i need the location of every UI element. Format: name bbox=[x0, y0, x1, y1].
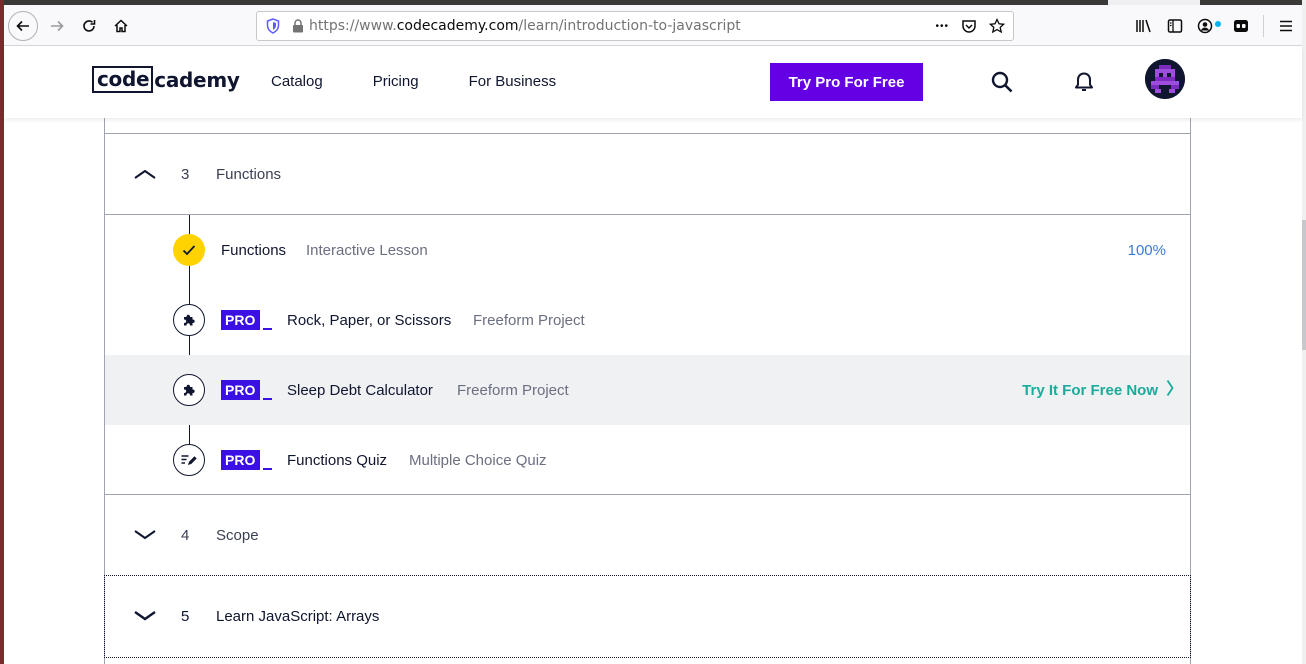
puzzle-icon bbox=[173, 304, 205, 336]
lesson-progress: 100% bbox=[1127, 241, 1166, 259]
pro-cursor bbox=[263, 468, 273, 470]
home-icon bbox=[113, 18, 129, 34]
lesson-type: Freeform Project bbox=[473, 311, 585, 329]
search-icon[interactable] bbox=[990, 70, 1014, 94]
url-path: /learn/introduction-to-javascript bbox=[518, 18, 741, 34]
chevron-up-icon bbox=[133, 167, 157, 181]
puzzle-icon bbox=[173, 374, 205, 406]
pro-label: PRO bbox=[221, 450, 261, 470]
page-scrollbar[interactable] bbox=[1302, 220, 1306, 350]
module-number: 3 bbox=[181, 165, 190, 183]
arrow-right-icon bbox=[49, 18, 65, 34]
logo-boxed-text: code bbox=[92, 66, 154, 93]
toolbar-separator bbox=[1263, 15, 1264, 37]
site-nav: Catalog Pricing For Business bbox=[271, 73, 556, 90]
page-actions-menu-icon[interactable]: ••• bbox=[935, 21, 949, 32]
check-icon bbox=[173, 234, 205, 266]
nav-for-business[interactable]: For Business bbox=[469, 73, 557, 90]
lesson-row-sleep-debt-calculator[interactable]: PRO Sleep Debt Calculator Freeform Proje… bbox=[105, 355, 1190, 425]
nav-pricing[interactable]: Pricing bbox=[373, 73, 419, 90]
lesson-row-functions-quiz[interactable]: PRO Functions Quiz Multiple Choice Quiz bbox=[105, 425, 1190, 495]
home-button[interactable] bbox=[106, 11, 136, 41]
hamburger-menu-icon[interactable] bbox=[1278, 18, 1294, 34]
pro-badge: PRO bbox=[221, 310, 273, 330]
bookmark-star-icon[interactable] bbox=[989, 18, 1005, 34]
try-free-link[interactable]: Try It For Free Now bbox=[1022, 379, 1174, 401]
lesson-type: Multiple Choice Quiz bbox=[409, 451, 547, 469]
codecademy-logo[interactable]: code cademy bbox=[92, 66, 240, 93]
notification-dot bbox=[1215, 21, 1221, 27]
forward-button[interactable] bbox=[42, 11, 72, 41]
lesson-title: Functions Quiz bbox=[287, 451, 388, 469]
try-free-label: Try It For Free Now bbox=[1022, 381, 1158, 399]
module-title: Scope bbox=[216, 526, 259, 544]
module-title: Functions bbox=[216, 165, 282, 183]
url-host: codecademy.com bbox=[396, 18, 519, 34]
url-bar[interactable]: https://www.codecademy.com/learn/introdu… bbox=[256, 11, 1014, 41]
arrow-left-icon bbox=[8, 11, 38, 41]
syllabus: 3 Functions Functions Interactive Lesson… bbox=[104, 118, 1191, 664]
reload-button[interactable] bbox=[74, 11, 104, 41]
lock-icon[interactable] bbox=[287, 19, 309, 33]
module-header-arrays[interactable]: 5 Learn JavaScript: Arrays bbox=[105, 576, 1190, 656]
lesson-type: Freeform Project bbox=[457, 381, 569, 399]
pro-badge: PRO bbox=[221, 450, 273, 470]
nav-catalog[interactable]: Catalog bbox=[271, 73, 323, 90]
module-number: 4 bbox=[181, 526, 190, 544]
account-icon[interactable] bbox=[1197, 18, 1221, 34]
chevron-right-icon bbox=[1166, 379, 1174, 401]
pro-label: PRO bbox=[221, 380, 261, 400]
module-header-scope[interactable]: 4 Scope bbox=[105, 495, 1190, 575]
extension-icon[interactable] bbox=[1233, 18, 1249, 34]
lesson-row-functions[interactable]: Functions Interactive Lesson 100% bbox=[105, 215, 1190, 285]
reload-icon bbox=[81, 18, 97, 34]
url-prefix: https://www. bbox=[309, 18, 397, 34]
module-title: Learn JavaScript: Arrays bbox=[216, 607, 380, 625]
quiz-pencil-icon bbox=[173, 444, 205, 476]
lesson-row-rock-paper-scissors[interactable]: PRO Rock, Paper, or Scissors Freeform Pr… bbox=[105, 285, 1190, 355]
site-header: code cademy Catalog Pricing For Business … bbox=[4, 47, 1302, 118]
back-button[interactable] bbox=[8, 11, 38, 41]
logo-rest-text: cademy bbox=[154, 67, 240, 92]
chevron-down-icon bbox=[133, 528, 157, 542]
url-text[interactable]: https://www.codecademy.com/learn/introdu… bbox=[309, 18, 935, 34]
lesson-title: Functions bbox=[221, 241, 287, 259]
avatar[interactable] bbox=[1145, 59, 1185, 99]
pocket-icon[interactable] bbox=[961, 18, 977, 34]
browser-toolbar: https://www.codecademy.com/learn/introdu… bbox=[4, 5, 1302, 46]
lesson-title: Sleep Debt Calculator bbox=[287, 381, 433, 399]
pro-cursor bbox=[263, 328, 273, 330]
chevron-down-icon bbox=[133, 609, 157, 623]
pro-badge: PRO bbox=[221, 380, 273, 400]
lesson-title: Rock, Paper, or Scissors bbox=[287, 311, 452, 329]
module-number: 5 bbox=[181, 607, 190, 625]
module-header-functions[interactable]: 3 Functions bbox=[105, 134, 1190, 214]
pro-cursor bbox=[263, 398, 273, 400]
library-icon[interactable] bbox=[1135, 18, 1153, 34]
pro-label: PRO bbox=[221, 310, 261, 330]
try-pro-button[interactable]: Try Pro For Free bbox=[770, 63, 923, 101]
sidebar-icon[interactable] bbox=[1167, 18, 1183, 34]
tracking-shield-icon[interactable] bbox=[259, 18, 287, 34]
lesson-type: Interactive Lesson bbox=[306, 241, 428, 259]
bell-icon[interactable] bbox=[1074, 71, 1094, 93]
